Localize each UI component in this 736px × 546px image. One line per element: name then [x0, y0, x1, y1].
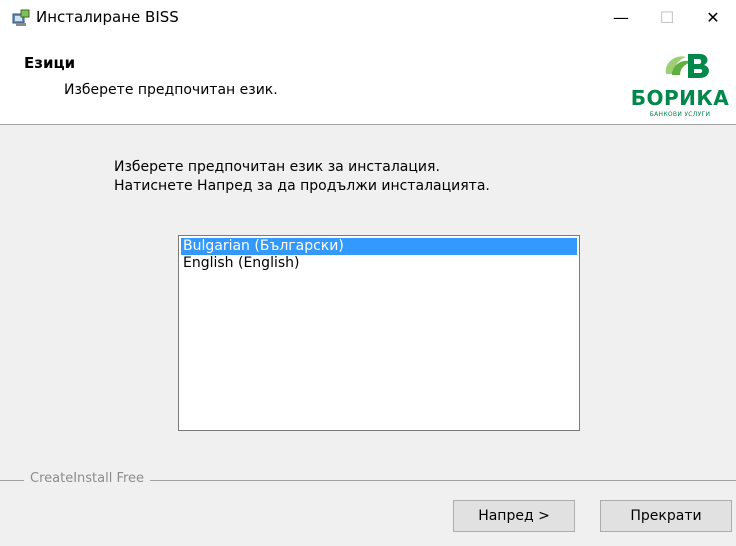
instructions: Изберете предпочитан език за инсталация.…	[114, 158, 490, 196]
cancel-button-label: Прекрати	[630, 508, 702, 524]
language-option-english[interactable]: English (English)	[181, 255, 577, 272]
next-button[interactable]: Напред >	[453, 500, 575, 532]
wizard-header: Езици Изберете предпочитан език. БОРИКА …	[0, 34, 736, 125]
createinstall-brand: CreateInstall Free	[24, 471, 151, 486]
maximize-button[interactable]: ☐	[644, 0, 690, 34]
window-title: Инсталиране BISS	[36, 8, 179, 26]
close-icon: ✕	[706, 7, 720, 27]
installer-window: Инсталиране BISS — ☐ ✕ Езици Изберете пр…	[0, 0, 736, 546]
borica-logo-icon	[665, 54, 709, 78]
installer-app-icon	[12, 9, 30, 27]
minimize-icon: —	[613, 7, 629, 27]
borica-logo: БОРИКА БАНКОВИ УСЛУГИ	[628, 48, 732, 118]
logo-name: БОРИКА	[630, 86, 730, 110]
cancel-button[interactable]: Прекрати	[600, 500, 732, 532]
page-subtitle: Изберете предпочитан език.	[64, 82, 278, 98]
next-button-label: Напред >	[478, 508, 550, 524]
maximize-icon: ☐	[659, 7, 675, 27]
close-button[interactable]: ✕	[690, 0, 736, 34]
logo-tagline: БАНКОВИ УСЛУГИ	[649, 111, 711, 118]
page-title: Езици	[24, 54, 76, 72]
instruction-line-2: Натиснете Напред за да продължи инсталац…	[114, 178, 490, 194]
minimize-button[interactable]: —	[598, 0, 644, 34]
title-bar: Инсталиране BISS — ☐ ✕	[0, 0, 736, 34]
language-option-bulgarian[interactable]: Bulgarian (Български)	[181, 238, 577, 255]
instruction-line-1: Изберете предпочитан език за инсталация.	[114, 159, 440, 175]
language-listbox[interactable]: Bulgarian (Български) English (English)	[178, 235, 580, 431]
